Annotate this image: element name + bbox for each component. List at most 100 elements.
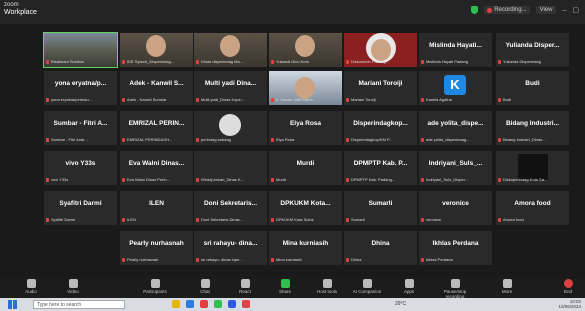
share-button[interactable]: Share [270,279,300,294]
windows-start-icon[interactable] [8,300,17,309]
system-tray-clock[interactable]: 10:02 13/06/2024 [558,299,581,309]
participant-tile[interactable]: Sumarli Sumarli [344,191,417,225]
react-button[interactable]: React [230,279,260,294]
participant-tile[interactable]: Ir. Hanan, MM Kandi... [269,71,342,105]
recording-indicator[interactable]: Recording... [484,6,530,14]
zoom-app-icon[interactable] [228,300,236,308]
record-dot-icon [487,7,493,13]
participant-tile[interactable]: DPKUKM Kota... DPKUKM Kota Solok [269,191,342,225]
participant-tile[interactable]: Mislinda Hayati... Mislinda Hayati Padang [419,33,492,67]
host-tools-button[interactable]: Host tools [312,279,342,294]
participant-tile[interactable]: veronice veronice [419,191,492,225]
audio-button[interactable]: Audio [16,279,46,294]
participants-button[interactable]: Participants [140,279,170,294]
participant-label-text: perindag kabdag [201,137,231,142]
participant-tile[interactable]: K Kamila Agatha [419,71,492,105]
participant-tile[interactable]: DPMPTP Kab. P... DPMPTP Kab. Padang... [344,151,417,185]
participant-tile[interactable]: Sumbar - Fitri A... Sumbar - Fitri Andr..… [44,111,117,145]
app-title-small: zoom [4,2,19,8]
participant-name: Dhina [371,240,390,247]
participant-tile[interactable]: Disperindagkop... Disperindagkop/KM P... [344,111,417,145]
participant-tile[interactable]: Elya Rosa Elya Rosa [269,111,342,145]
apps-button[interactable]: Apps [394,279,424,294]
participant-label: sri rahayu- dinas inpe... [196,257,265,263]
chrome-icon[interactable] [242,300,250,308]
participant-label: Kamila Agatha [421,97,490,103]
video-button[interactable]: Video [58,279,88,294]
participant-tile[interactable]: Indriyani_Suls_... Indriyani_Suls_Disper.… [419,151,492,185]
participant-tile[interactable]: Ikhlas Perdana Ikhlas Perdana [419,231,492,265]
share-screen-icon [280,279,290,288]
muted-mic-icon [271,137,274,142]
participant-tile[interactable]: ade yolita_dispe... ade yolita_disperinaa… [419,111,492,145]
participant-label-text: Pearly nurhasnah [127,257,159,262]
participant-tile[interactable]: vivo Y33s vivo Y33s [44,151,117,185]
initial-avatar: K [444,75,466,95]
view-button[interactable]: View [535,6,557,14]
muted-mic-icon [271,59,274,64]
participant-tile[interactable]: Mina kurniasih Mina kurniasih [269,231,342,265]
muted-mic-icon [122,257,125,262]
taskbar-search-input[interactable]: Type here to search [33,300,125,309]
minimize-icon[interactable]: – [562,7,566,14]
participant-tile[interactable]: Multi yadi Dina... Multi yadi_Dinas Kope.… [194,71,267,105]
participant-label-text: Indriyani_Suls_Disper... [426,177,469,182]
pause-recording-button[interactable]: Pause/stop recording [434,279,476,299]
participant-tile[interactable]: Budi Budi [496,71,569,105]
participant-tile[interactable]: Diskominfo Padang... [344,33,417,67]
participant-tile[interactable]: Diskoperindag Kota Sa... [496,151,569,185]
participant-tile[interactable]: Yukandi Dino Kom [269,33,342,67]
maximize-icon[interactable]: ▢ [572,6,579,14]
muted-mic-icon [346,217,349,222]
ai-companion-button[interactable]: AI Companion [352,279,382,294]
participant-tile[interactable]: Pearly nurhasnah Pearly nurhasnah [120,231,193,265]
end-button[interactable]: End [553,279,583,294]
participant-tile[interactable]: Mariani Toroiji Mariani Toroiji [344,71,417,105]
participant-tile[interactable]: Yulianda Disper... Yulianda Disperindag [496,33,569,67]
participant-tile[interactable]: ILEN ILEN [120,191,193,225]
participant-tile[interactable]: Wiradj Askari_Dinas K... [194,151,267,185]
more-button[interactable]: More [492,279,522,294]
muted-mic-icon [122,177,125,182]
participant-label-text: Sumarli [351,217,365,222]
participant-tile[interactable]: Adek - Kanwil S... Adek - Kanwil Sumbar [120,71,193,105]
participant-tile[interactable]: Murdi Murdi [269,151,342,185]
participant-tile[interactable]: Amora food Amora food [496,191,569,225]
participant-label: Adek - Kanwil Sumbar [122,97,191,103]
file-explorer-icon[interactable] [172,300,180,308]
apps-icon [404,279,414,288]
participant-tile[interactable]: Eva Walni Dinas... Eva Walni Dinas Perin.… [120,151,193,185]
participant-label-text: Mariani Toroiji [351,97,376,102]
participant-name: Sumarli [368,200,393,207]
participant-tile[interactable]: Risalmam Sumbar [43,32,118,68]
app-icon[interactable] [200,300,208,308]
chat-button[interactable]: Chat [190,279,220,294]
security-shield-icon[interactable] [471,6,479,14]
participant-tile[interactable]: Bidang Industri... Bidang Industri_Dinas.… [496,111,569,145]
muted-mic-icon [46,137,49,142]
participant-label-text: Risalmam Sumbar [51,59,84,64]
participant-label-text: Yukandi Dino Kom [276,59,309,64]
participant-label-text: Doni Sekretaris Dinas... [201,217,244,222]
participant-label: Wiradj Askari_Dinas K... [196,177,265,183]
edge-icon[interactable] [186,300,194,308]
muted-mic-icon [421,257,424,262]
participant-tile[interactable]: IDE Syarch_Disperindag... [120,33,193,67]
participant-tile[interactable]: Doni Sekretaris... Doni Sekretaris Dinas.… [194,191,267,225]
participant-tile[interactable]: Syafitri Darmi Syafitri Darmi [44,191,117,225]
participant-name: Disperindagkop... [353,120,408,127]
participant-name: Sumbar - Fitri A... [53,120,108,127]
participant-tile[interactable]: Dhina Dhina [344,231,417,265]
participant-tile[interactable]: sri rahayu- dina... sri rahayu- dinas inp… [194,231,267,265]
app-icon[interactable] [214,300,222,308]
weather-widget[interactable]: 29°C [395,301,406,307]
participant-name: veronice [442,200,469,207]
participant-tile[interactable]: EMRIZAL PERIN... EMRIZAL PERINDAGH... [120,111,193,145]
participant-tile[interactable]: yona eryatna/p... yona eryatna/perindu... [44,71,117,105]
os-taskbar: Type here to search 29°C 10:02 13/06/202… [0,298,585,311]
participant-tile[interactable]: Dinas disperindag Ma... [194,33,267,67]
participant-tile[interactable]: perindag kabdag [194,111,267,145]
participant-label-text: ade yolita_disperinaag... [426,137,470,142]
participant-label: veronice [421,217,490,223]
muted-mic-icon [196,59,199,64]
